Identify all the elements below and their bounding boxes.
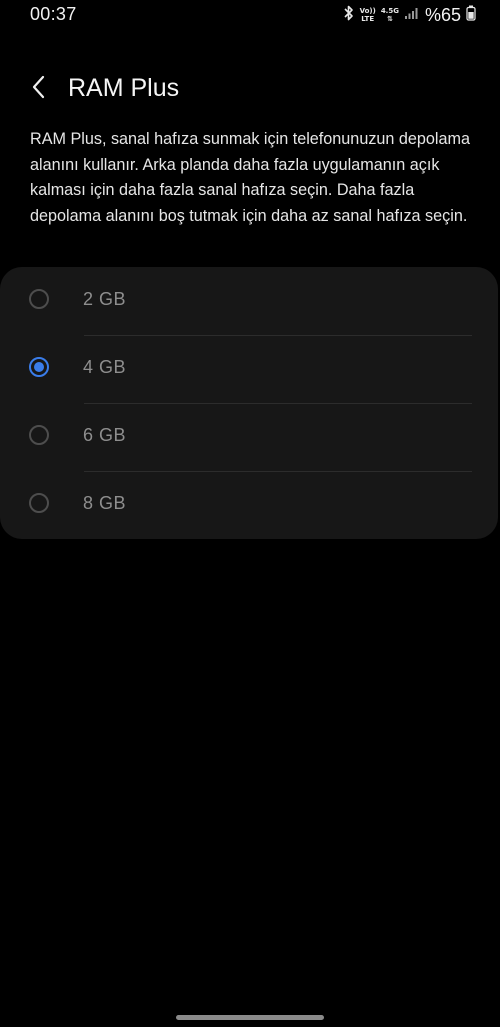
radio-button-4gb[interactable]: [29, 357, 49, 377]
ram-options-list: 2 GB 4 GB 6 GB 8 GB: [0, 267, 498, 539]
status-time: 00:37: [30, 4, 77, 24]
status-icons: Vo)) LTE 4.5G ⇅ %65: [343, 4, 476, 26]
status-bar: 00:37 Vo)) LTE 4.5G ⇅ %65: [0, 0, 500, 30]
signal-bars-icon: [404, 6, 418, 25]
description-text: RAM Plus, sanal hafıza sunmak için telef…: [30, 130, 471, 225]
page-title: RAM Plus: [68, 74, 180, 102]
option-2gb[interactable]: 2 GB: [0, 267, 498, 335]
option-6gb[interactable]: 6 GB: [0, 403, 498, 471]
option-label: 2 GB: [83, 289, 127, 309]
battery-percent: %65: [424, 4, 461, 25]
option-8gb[interactable]: 8 GB: [0, 471, 498, 539]
option-label: 6 GB: [83, 425, 127, 445]
data-arrows-icon: ⇅: [386, 15, 393, 23]
option-label: 4 GB: [83, 357, 127, 377]
option-4gb[interactable]: 4 GB: [0, 335, 498, 403]
back-button[interactable]: [22, 72, 56, 106]
chevron-left-icon: [31, 74, 47, 105]
option-label: 8 GB: [83, 493, 127, 513]
radio-button-6gb[interactable]: [29, 425, 49, 445]
volte-icon: Vo)) LTE: [359, 7, 376, 23]
signal-4g-icon: 4.5G ⇅: [380, 7, 399, 23]
app-header: RAM Plus: [0, 62, 500, 116]
bluetooth-icon: [343, 5, 355, 26]
radio-button-2gb[interactable]: [29, 289, 49, 309]
battery-icon: [466, 5, 476, 26]
home-indicator[interactable]: [176, 1015, 324, 1020]
radio-button-8gb[interactable]: [29, 493, 49, 513]
